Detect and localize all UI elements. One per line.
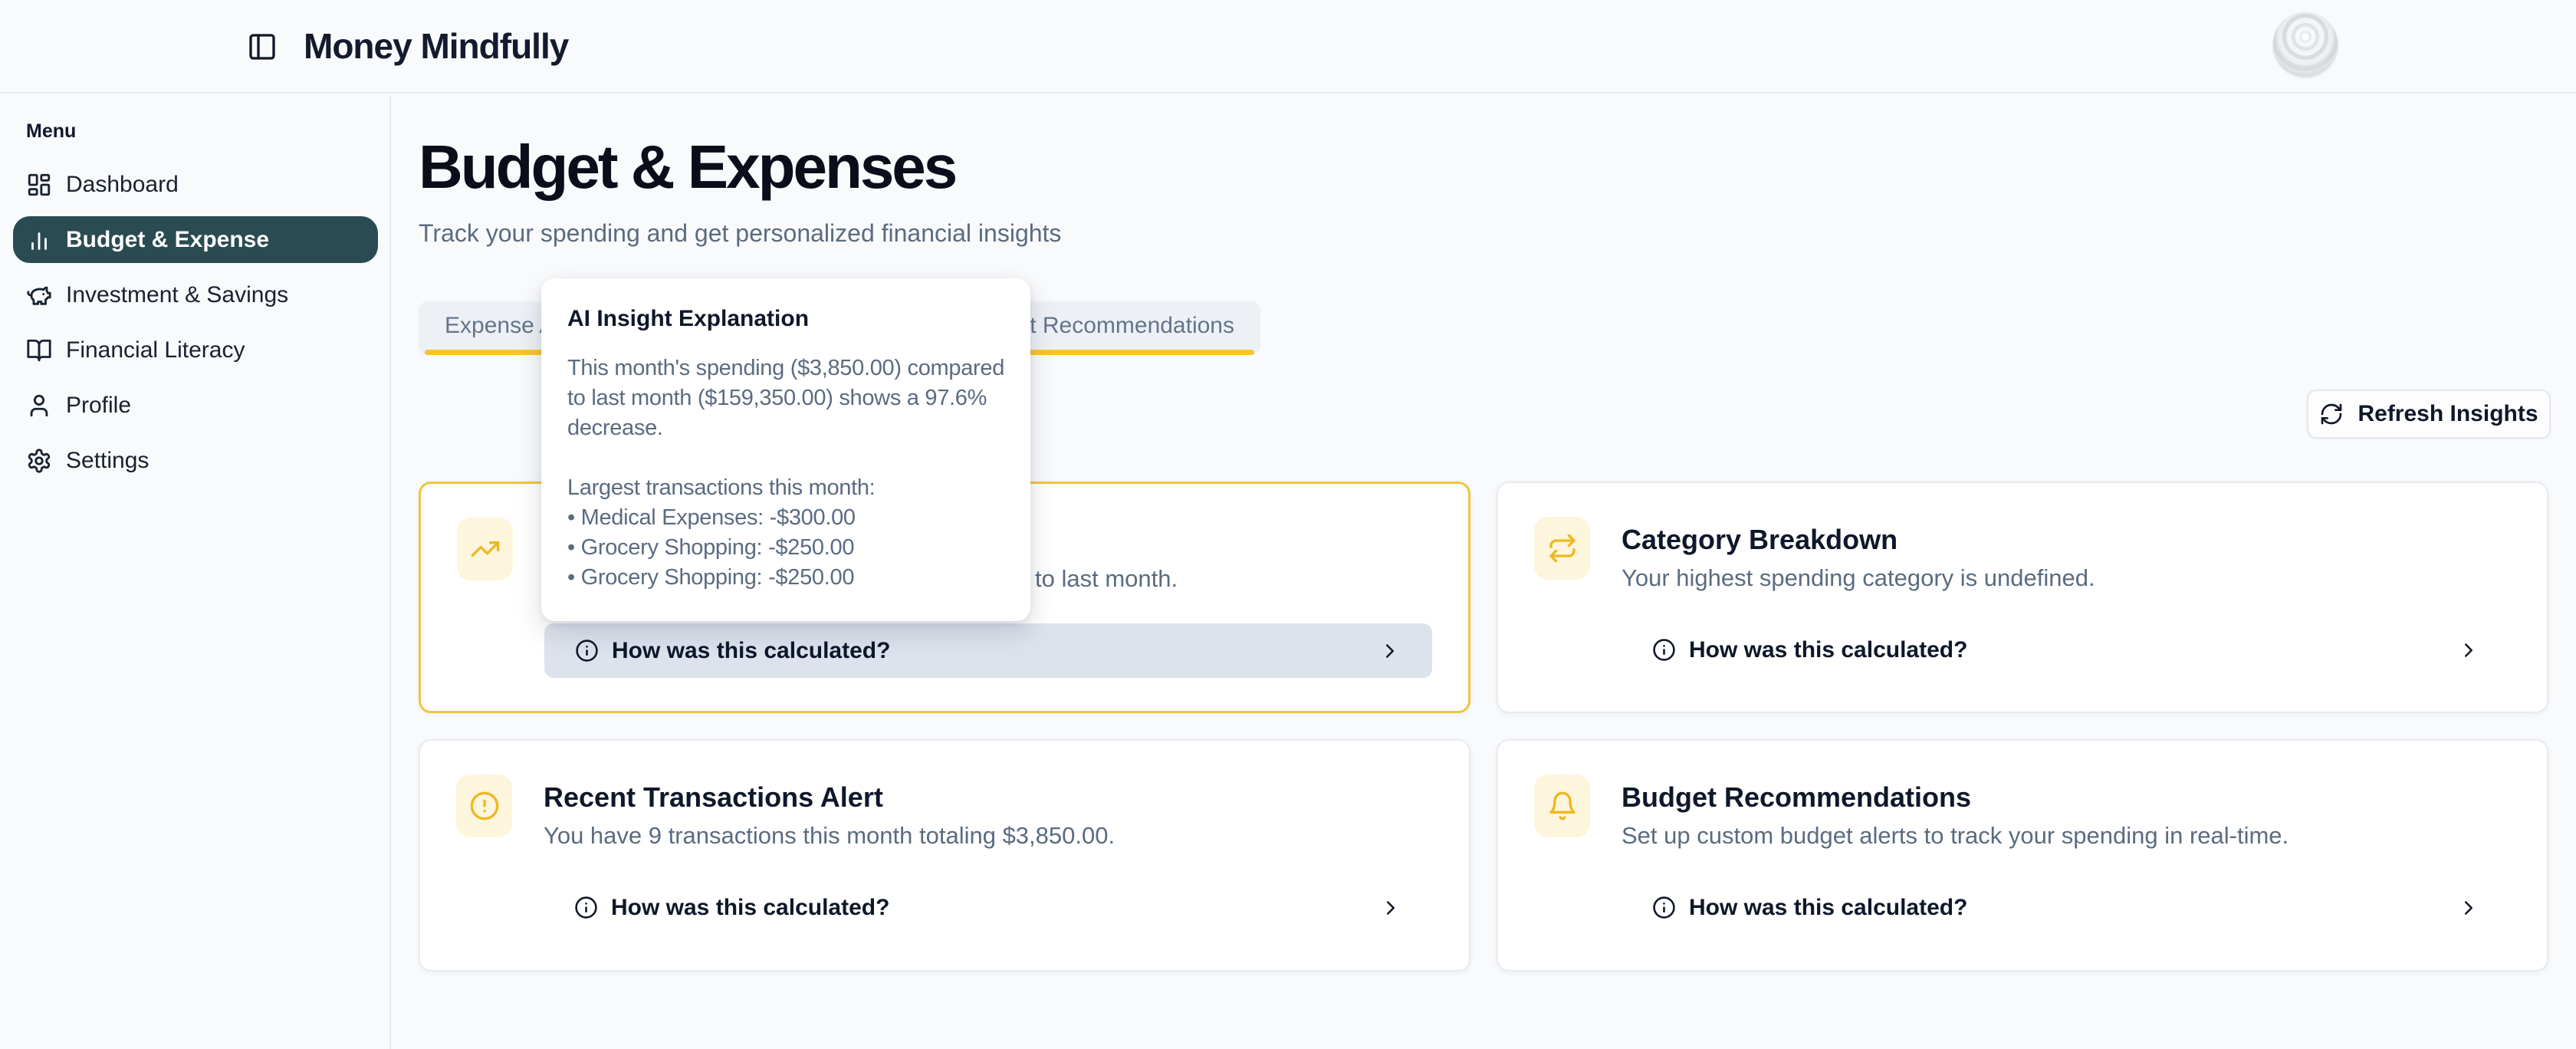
sidebar-item-financial-literacy[interactable]: Financial Literacy	[13, 327, 378, 373]
recent-transactions-card: Recent Transactions Alert You have 9 tra…	[419, 739, 1470, 972]
sidebar-item-label: Profile	[66, 393, 131, 419]
info-icon	[1652, 638, 1676, 662]
user-icon	[26, 393, 52, 419]
card-body-fragment: to last month.	[1035, 564, 1178, 594]
dashboard-icon	[26, 172, 52, 198]
how-calculated-label: How was this calculated?	[612, 638, 890, 664]
refresh-icon	[2319, 402, 2344, 426]
tooltip-line: • Grocery Shopping: -$250.00	[567, 563, 1004, 593]
how-calculated-button[interactable]: How was this calculated?	[1622, 623, 2511, 677]
sidebar-item-dashboard[interactable]: Dashboard	[13, 161, 378, 208]
card-title: Budget Recommendations	[1622, 781, 1971, 814]
tooltip-line: to last month ($159,350.00) shows a 97.6…	[567, 383, 1004, 413]
app-header: Money Mindfully	[0, 0, 2576, 94]
sidebar: Menu Dashboard Budget & Expense Investme…	[0, 95, 391, 1049]
sidebar-item-profile[interactable]: Profile	[13, 382, 378, 429]
info-icon	[1652, 896, 1676, 919]
sidebar-item-budget-expense[interactable]: Budget & Expense	[13, 216, 378, 263]
bell-icon	[1547, 791, 1578, 821]
card-body: Your highest spending category is undefi…	[1622, 563, 2095, 594]
avatar[interactable]	[2273, 12, 2338, 77]
refresh-insights-label: Refresh Insights	[2358, 401, 2538, 427]
sidebar-item-settings[interactable]: Settings	[13, 437, 378, 484]
sidebar-item-investment-savings[interactable]: Investment & Savings	[13, 271, 378, 318]
bar-chart-icon	[26, 227, 52, 253]
tooltip-title: AI Insight Explanation	[567, 306, 1004, 332]
tooltip-line: • Medical Expenses: -$300.00	[567, 503, 1004, 533]
how-calculated-button[interactable]: How was this calculated?	[544, 623, 1432, 678]
sidebar-section-label: Menu	[26, 120, 389, 143]
how-calculated-button[interactable]: How was this calculated?	[544, 880, 1433, 935]
sidebar-item-label: Financial Literacy	[66, 337, 245, 363]
how-calculated-label: How was this calculated?	[611, 895, 889, 921]
how-calculated-label: How was this calculated?	[1689, 895, 1967, 921]
card-body: Set up custom budget alerts to track you…	[1622, 820, 2288, 851]
sidebar-item-label: Dashboard	[66, 172, 179, 198]
refresh-insights-button[interactable]: Refresh Insights	[2307, 390, 2551, 439]
tooltip-line: Largest transactions this month:	[567, 473, 1004, 503]
tooltip-line: decrease.	[567, 413, 1004, 443]
gear-icon	[26, 448, 52, 474]
tooltip-line: This month's spending ($3,850.00) compar…	[567, 354, 1004, 383]
card-icon-box	[1534, 774, 1590, 837]
how-calculated-button[interactable]: How was this calculated?	[1622, 880, 2511, 935]
sidebar-toggle-icon[interactable]	[247, 31, 278, 62]
repeat-icon	[1547, 533, 1578, 564]
piggy-bank-icon	[26, 282, 52, 308]
info-icon	[574, 896, 598, 919]
sidebar-item-label: Settings	[66, 448, 149, 474]
sidebar-item-label: Investment & Savings	[66, 282, 288, 308]
category-breakdown-card: Category Breakdown Your highest spending…	[1497, 482, 2548, 713]
card-icon-box	[457, 518, 513, 580]
tooltip-line: • Grocery Shopping: -$250.00	[567, 533, 1004, 563]
trending-up-icon	[470, 534, 501, 564]
info-icon	[575, 639, 599, 663]
card-icon-box	[456, 774, 512, 837]
card-title: Recent Transactions Alert	[544, 781, 883, 814]
card-title: Category Breakdown	[1622, 523, 1898, 557]
alert-circle-icon	[469, 791, 500, 821]
chevron-right-icon	[1379, 896, 1402, 919]
ai-insight-tooltip: AI Insight Explanation This month's spen…	[541, 278, 1030, 621]
card-icon-box	[1534, 517, 1590, 580]
book-open-icon	[26, 337, 52, 363]
app-title: Money Mindfully	[304, 25, 568, 67]
chevron-right-icon	[2457, 639, 2480, 662]
budget-recommendations-card: Budget Recommendations Set up custom bud…	[1497, 739, 2548, 972]
chevron-right-icon	[1378, 640, 1401, 663]
tooltip-spacer	[567, 443, 1004, 473]
card-body: You have 9 transactions this month total…	[544, 820, 1115, 851]
chevron-right-icon	[2457, 896, 2480, 919]
page-subtitle: Track your spending and get personalized…	[419, 219, 1061, 248]
how-calculated-label: How was this calculated?	[1689, 637, 1967, 663]
page-title: Budget & Expenses	[419, 132, 955, 202]
sidebar-item-label: Budget & Expense	[66, 227, 269, 253]
